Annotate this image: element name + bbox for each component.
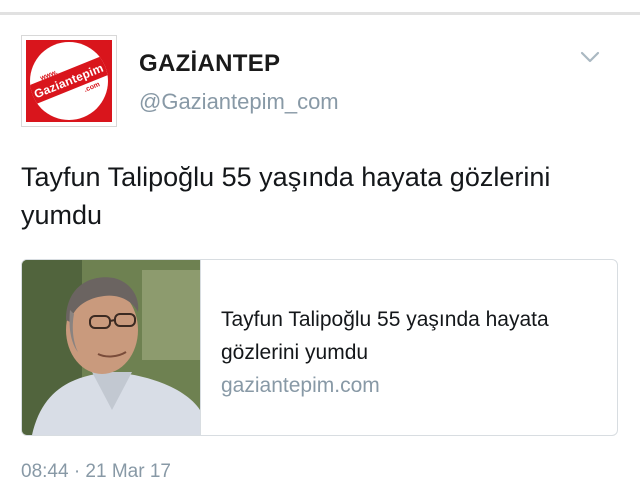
avatar-logo: www. Gaziantepim .com [26,40,112,122]
avatar[interactable]: www. Gaziantepim .com [21,35,117,127]
portrait-photo [22,260,200,435]
card-title[interactable]: Tayfun Talipoğlu 55 yaşında hayata gözle… [221,303,601,369]
display-name[interactable]: GAZİANTEP [139,50,280,78]
card-domain[interactable]: gaziantepim.com [221,369,601,402]
top-divider [0,12,640,15]
timestamp[interactable]: 08:44 · 21 Mar 17 [21,461,171,483]
user-handle[interactable]: @Gaziantepim_com [139,89,339,115]
link-card[interactable]: Tayfun Talipoğlu 55 yaşında hayata gözle… [21,259,618,436]
chevron-down-icon[interactable] [580,50,600,64]
logo-circle: www. Gaziantepim .com [30,42,108,120]
card-image [22,260,201,435]
tweet-text: Tayfun Talipoğlu 55 yaşında hayata gözle… [21,162,551,230]
card-text: Tayfun Talipoğlu 55 yaşında hayata gözle… [221,303,601,402]
